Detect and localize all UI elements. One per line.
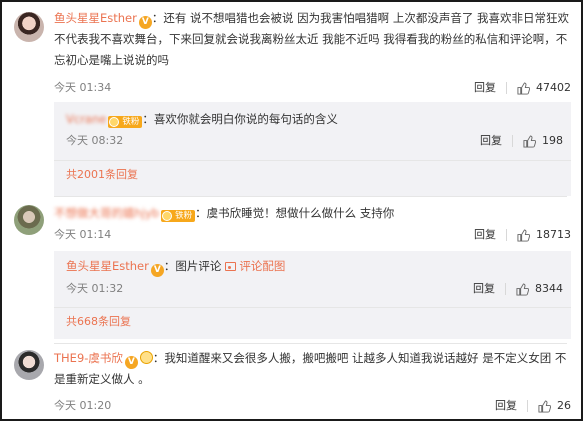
like-count: 18713 [536, 228, 571, 241]
avatar[interactable] [14, 350, 44, 380]
more-replies-link[interactable]: 共2001条回复 [66, 168, 138, 182]
avatar[interactable] [14, 12, 44, 42]
sub-reply-box: Vcrane 铁粉 ：喜欢你就会明白你说的每句话的含义 今天 08:32 回复 19… [54, 102, 571, 196]
divider [54, 196, 567, 197]
divider [54, 160, 571, 161]
verified-icon: V [138, 16, 152, 29]
sub-reply-username[interactable]: 鱼头星星Esther [66, 259, 149, 273]
colon: ： [151, 11, 164, 25]
thumbs-up-icon[interactable] [517, 228, 530, 242]
comment-panel: 鱼头星星Esther V ：还有 说不想唱猎也会被说 因为我害怕唱猎啊 上次都没声音… [0, 0, 583, 421]
verified-icon: V [124, 356, 138, 369]
fan-badge: 铁粉 [161, 210, 196, 222]
like-count: 47402 [536, 81, 571, 94]
comment-actions: 回复 47402 [474, 81, 571, 95]
colon: ： [142, 112, 154, 126]
comment-time: 今天 01:20 [54, 399, 112, 412]
comment-content: 不想做大哥的嬉hjyb 铁粉 ：虞书欣睡觉！想做什么做什么 支持你 [54, 203, 571, 224]
reply-button[interactable]: 回复 [495, 399, 517, 413]
colon: ： [195, 206, 207, 220]
comment-username[interactable]: 鱼头星星Esther [54, 11, 137, 25]
sub-reply-content: Vcrane 铁粉 ：喜欢你就会明白你说的每句话的含义 [66, 110, 338, 128]
like-count: 8344 [535, 282, 563, 295]
sub-reply-time: 今天 01:32 [66, 282, 124, 295]
divider [505, 283, 506, 295]
colon: ： [152, 351, 165, 365]
sub-reply-text: 喜欢你就会明白你说的每句话的含义 [153, 112, 338, 126]
thumbs-up-icon[interactable] [538, 399, 551, 413]
reply-button[interactable]: 回复 [480, 134, 502, 148]
divider [54, 307, 571, 308]
comment-username[interactable]: THE9-虞书欣 [54, 351, 123, 365]
fan-badge: 铁粉 [108, 116, 143, 128]
more-replies-link[interactable]: 共668条回复 [66, 315, 131, 329]
divider [527, 400, 528, 412]
colon: ： [163, 259, 176, 273]
thumbs-up-icon[interactable] [523, 134, 536, 148]
comment-username[interactable]: 不想做大哥的嬉hjyb [54, 206, 159, 220]
sub-reply-username[interactable]: Vcrane [66, 112, 106, 126]
comment-actions: 回复 18713 [474, 228, 571, 242]
like-count: 198 [542, 134, 563, 147]
verified-icon: V [150, 264, 164, 277]
sub-reply-box: 鱼头星星Esther V ：图片评论 评论配图 今天 01:32 回复 8344 共6… [54, 251, 571, 339]
comment-content: THE9-虞书欣 V ：我知道醒来又会很多人搬，搬吧搬吧 让越多人知道我说话越好 是… [54, 348, 571, 390]
sub-reply-actions: 回复 8344 [473, 282, 563, 296]
comment-actions: 回复 26 [495, 399, 571, 413]
divider [512, 135, 513, 147]
avatar[interactable] [14, 205, 44, 235]
divider [506, 82, 507, 94]
sub-reply-time: 今天 08:32 [66, 134, 124, 147]
reply-button[interactable]: 回复 [473, 282, 495, 296]
reply-button[interactable]: 回复 [474, 81, 496, 95]
crown-icon [139, 351, 153, 364]
sub-reply-text: 图片评论 [175, 259, 222, 273]
divider [506, 229, 507, 241]
thumbs-up-icon[interactable] [516, 282, 529, 296]
comment-time: 今天 01:34 [54, 81, 112, 94]
comment-text: 虞书欣睡觉！想做什么做什么 支持你 [206, 206, 395, 220]
sub-reply-actions: 回复 198 [480, 134, 563, 148]
sub-reply-content: 鱼头星星Esther V ：图片评论 评论配图 [66, 257, 285, 277]
reply-button[interactable]: 回复 [474, 228, 496, 242]
comment-content: 鱼头星星Esther V ：还有 说不想唱猎也会被说 因为我害怕唱猎啊 上次都没声音… [54, 8, 571, 71]
thumbs-up-icon[interactable] [517, 81, 530, 95]
divider [54, 343, 567, 344]
like-count: 26 [557, 399, 571, 412]
image-icon [225, 262, 237, 271]
comment-time: 今天 01:14 [54, 228, 112, 241]
image-comment-link[interactable]: 评论配图 [239, 259, 285, 273]
